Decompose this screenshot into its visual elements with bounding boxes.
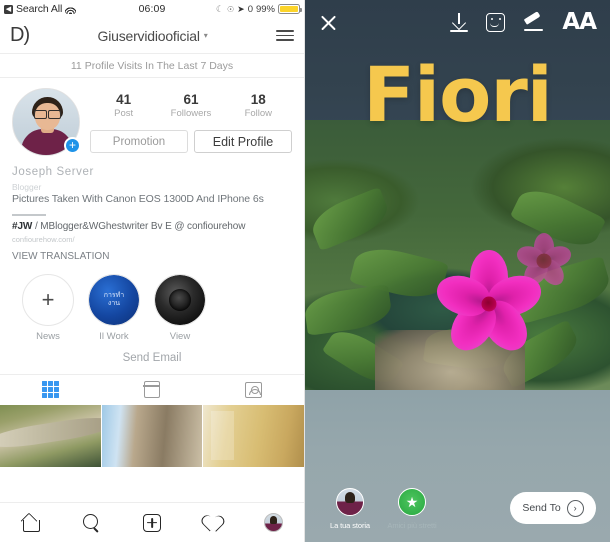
highlight-work-label: Il Work [99,330,129,342]
bio-description: Pictures Taken With Canon EOS 1300D And … [12,193,264,205]
grid-tab[interactable] [0,381,101,399]
status-bar-time: 06:09 [138,3,166,15]
bio-hashtag-line: #JW / MBlogger&WGhestwriter Bv E @ confi… [12,221,292,232]
nav-search[interactable] [61,513,122,532]
add-post-icon [142,513,161,532]
story-tools: AA [450,10,597,34]
chevron-right-icon: › [566,499,584,517]
search-icon [82,513,101,532]
stat-posts-label: Post [114,108,134,119]
share-close-friends[interactable]: ★ Amici più stretti [381,488,443,530]
post-grid [0,404,305,467]
story-highlights-row: + News การทำ งาน Il Work View [0,262,304,342]
close-icon[interactable] [319,13,338,32]
chevron-down-icon: ▾ [203,31,208,40]
edit-profile-button[interactable]: Edit Profile [194,130,292,153]
profile-avatar-icon [264,513,284,532]
stat-followers-value: 61 [183,92,199,107]
igtv-tab[interactable] [101,381,202,399]
stat-posts[interactable]: 41 Post [90,92,157,119]
profile-visits-banner: 11 Profile Visits In The Last 7 Days [0,54,304,78]
story-top-toolbar: AA [305,0,610,44]
nav-activity[interactable] [182,514,243,532]
stat-posts-value: 41 [116,92,132,107]
stat-following[interactable]: 18 Follow [225,92,292,119]
close-friends-star-icon: ★ [398,488,426,516]
grid-icon [42,381,60,399]
profile-tabs [0,375,304,405]
bio-hashtag-rest: / MBlogger&WGhestwriter Bv E @ confioure… [34,220,246,232]
bio-hashtag[interactable]: #JW [12,221,32,232]
bottom-navigation-bar [0,502,304,542]
bio-divider [12,214,46,216]
your-story-avatar [336,488,364,516]
send-to-label: Send To [522,502,561,514]
nav-add-post[interactable] [122,513,183,532]
profile-stats-and-actions: 41 Post 61 Followers 18 Follow Promotion… [80,88,292,153]
highlight-new[interactable]: + News [22,273,74,342]
bio-display-name: Joseph Server [12,166,94,178]
dual-screen-container: ◀ Search All 06:09 ☾ ☉ ➤ 0 99% D) Giuser… [0,0,610,542]
highlight-item-work[interactable]: การทำ งาน Il Work [88,273,140,342]
highlight-view-label: View [169,330,191,342]
profile-username: Giuservidiooficial [97,27,200,44]
draw-pen-icon[interactable] [523,10,544,32]
instagram-profile-screen: ◀ Search All 06:09 ☾ ☉ ➤ 0 99% D) Giuser… [0,0,305,542]
stats-row: 41 Post 61 Followers 18 Follow [90,88,292,121]
story-flower-main [431,248,547,360]
highlight-cover-camera[interactable] [154,273,206,326]
post-thumbnail-3[interactable] [203,404,305,467]
add-story-badge[interactable]: + [64,137,81,154]
promotion-button[interactable]: Promotion [90,130,188,153]
stat-followers[interactable]: 61 Followers [157,92,224,119]
app-header: D) Giuservidiooficial ▾ [0,18,304,54]
profile-action-buttons: Promotion Edit Profile [90,130,292,153]
tagged-person-icon [244,381,262,398]
highlight-new-label: News [36,330,60,342]
close-friends-label: Amici più stretti [387,521,437,530]
activity-heart-icon [203,514,223,532]
highlight-new-circle[interactable]: + [22,273,74,326]
your-story-label: La tua storia [330,521,370,530]
download-icon[interactable] [450,12,469,32]
sticker-icon[interactable] [486,12,506,32]
battery-icon [278,4,302,14]
view-translation-link[interactable]: VIEW TRANSLATION [12,251,292,262]
nav-profile[interactable] [243,513,304,532]
stat-following-label: Follow [244,108,273,119]
plus-icon: + [41,286,55,312]
nav-home[interactable] [0,514,61,532]
home-icon [21,514,40,532]
stat-followers-label: Followers [170,108,212,119]
share-your-story[interactable]: La tua storia [319,488,381,530]
post-thumbnail-2[interactable] [101,404,203,467]
bio-website-link[interactable]: confiourehow.com/ [12,235,292,244]
send-email-button[interactable]: Send Email [0,352,304,375]
story-text-overlay[interactable]: Fiori [305,52,610,138]
highlight-item-view[interactable]: View [154,273,206,342]
profile-bio: Joseph Server Blogger Pictures Taken Wit… [0,160,304,262]
send-to-button[interactable]: Send To › [510,492,596,524]
bio-category: Blogger [12,182,42,192]
avatar[interactable]: + [12,88,81,156]
account-switcher[interactable]: Giuservidiooficial ▾ [29,28,276,44]
highlight-cover-blue[interactable]: การทำ งาน [88,273,140,326]
profile-summary: + 41 Post 61 Followers 18 Follow Promoti… [0,78,304,160]
app-logo-icon: D) [10,24,30,46]
story-share-options: La tua storia ★ Amici più stretti Send T… [305,488,610,530]
story-editor-screen: Fiori AA La tua storia ★ Amici più stret… [305,0,610,542]
status-bar: ◀ Search All 06:09 ☾ ☉ ➤ 0 99% [0,0,304,18]
text-tool-icon[interactable]: AA [562,10,597,34]
tv-icon [143,381,161,399]
stat-following-value: 18 [250,92,266,107]
tagged-tab[interactable] [203,381,304,398]
hamburger-menu-icon[interactable] [276,30,294,41]
post-thumbnail-1[interactable] [0,404,101,467]
